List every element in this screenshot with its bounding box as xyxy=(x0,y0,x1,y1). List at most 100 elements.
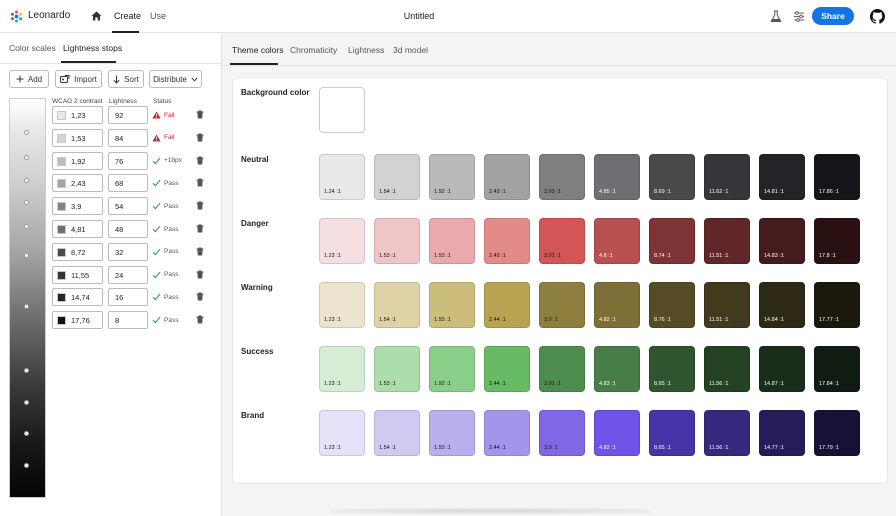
color-swatch[interactable]: 8.65 :1 xyxy=(649,410,695,456)
color-swatch[interactable]: 17.86 :1 xyxy=(814,154,860,200)
trash-icon[interactable] xyxy=(196,110,204,119)
lightness-stop-handle[interactable] xyxy=(24,178,29,183)
trash-icon[interactable] xyxy=(196,247,204,256)
color-swatch[interactable]: 1.93 :1 xyxy=(429,410,475,456)
color-swatch[interactable]: 3.91 :1 xyxy=(539,346,585,392)
color-swatch[interactable]: 1.23 :1 xyxy=(319,282,365,328)
trash-icon[interactable] xyxy=(196,201,204,210)
distribute-dropdown[interactable]: Distribute xyxy=(149,70,202,88)
color-swatch[interactable]: 2.44 :1 xyxy=(484,282,530,328)
share-button[interactable]: Share xyxy=(812,7,854,25)
color-swatch[interactable]: 14.83 :1 xyxy=(759,218,805,264)
color-swatch[interactable]: 8.69 :1 xyxy=(649,154,695,200)
lightness-input[interactable]: 92 xyxy=(108,106,148,124)
trash-icon[interactable] xyxy=(196,292,204,301)
contrast-input[interactable]: 14,74 xyxy=(52,288,103,307)
color-swatch[interactable]: 1.54 :1 xyxy=(374,154,420,200)
trash-icon[interactable] xyxy=(196,178,204,187)
color-swatch[interactable]: 4.82 :1 xyxy=(594,282,640,328)
color-swatch[interactable]: 17.79 :1 xyxy=(814,410,860,456)
tab-lightness-stops[interactable]: Lightness stops xyxy=(63,43,122,53)
color-swatch[interactable]: 8.74 :1 xyxy=(649,218,695,264)
lightness-stop-handle[interactable] xyxy=(24,400,29,405)
color-swatch[interactable]: 11.56 :1 xyxy=(704,346,750,392)
lightness-input[interactable]: 24 xyxy=(108,265,148,284)
color-swatch[interactable]: 14.84 :1 xyxy=(759,282,805,328)
contrast-input[interactable]: 17,76 xyxy=(52,311,103,330)
lightness-stop-handle[interactable] xyxy=(24,224,29,229)
color-swatch[interactable]: 3.9 :1 xyxy=(539,410,585,456)
color-swatch[interactable]: 2.43 :1 xyxy=(484,218,530,264)
contrast-input[interactable]: 3,9 xyxy=(52,197,103,216)
trash-icon[interactable] xyxy=(196,315,204,324)
trash-icon[interactable] xyxy=(196,224,204,233)
background-color-swatch[interactable] xyxy=(319,87,365,133)
lightness-stop-handle[interactable] xyxy=(24,155,29,160)
lightness-stop-handle[interactable] xyxy=(24,463,29,468)
color-swatch[interactable]: 1.54 :1 xyxy=(374,410,420,456)
color-swatch[interactable]: 1.93 :1 xyxy=(429,218,475,264)
settings-sliders-icon[interactable] xyxy=(793,11,805,22)
contrast-input[interactable]: 1,92 xyxy=(52,151,103,170)
tab-color-scales[interactable]: Color scales xyxy=(9,43,56,53)
color-swatch[interactable]: 4.82 :1 xyxy=(594,410,640,456)
color-swatch[interactable]: 1.23 :1 xyxy=(319,346,365,392)
contrast-input[interactable]: 1,23 xyxy=(52,106,103,124)
tab-lightness[interactable]: Lightness xyxy=(348,45,384,55)
color-swatch[interactable]: 14.77 :1 xyxy=(759,410,805,456)
lightness-stop-handle[interactable] xyxy=(24,130,29,135)
lightness-stop-handle[interactable] xyxy=(24,368,29,373)
lightness-stop-handle[interactable] xyxy=(24,304,29,309)
contrast-input[interactable]: 4,81 xyxy=(52,220,103,238)
lightness-input[interactable]: 48 xyxy=(108,220,148,238)
color-swatch[interactable]: 1.54 :1 xyxy=(374,282,420,328)
color-swatch[interactable]: 17.77 :1 xyxy=(814,282,860,328)
color-swatch[interactable]: 4.83 :1 xyxy=(594,346,640,392)
contrast-input[interactable]: 1,53 xyxy=(52,128,103,147)
color-swatch[interactable]: 1.23 :1 xyxy=(319,218,365,264)
add-button[interactable]: Add xyxy=(9,70,49,88)
lightness-input[interactable]: 54 xyxy=(108,197,148,216)
lightness-stop-handle[interactable] xyxy=(24,431,29,436)
color-swatch[interactable]: 3.91 :1 xyxy=(539,218,585,264)
sort-button[interactable]: Sort xyxy=(108,70,144,88)
color-swatch[interactable]: 3.93 :1 xyxy=(539,154,585,200)
lightness-stop-handle[interactable] xyxy=(24,253,29,258)
color-swatch[interactable]: 1.93 :1 xyxy=(429,282,475,328)
trash-icon[interactable] xyxy=(196,156,204,165)
lightness-input[interactable]: 8 xyxy=(108,311,148,330)
lightness-input[interactable]: 32 xyxy=(108,242,148,261)
color-swatch[interactable]: 17.84 :1 xyxy=(814,346,860,392)
github-icon[interactable] xyxy=(870,9,885,24)
color-swatch[interactable]: 1.24 :1 xyxy=(319,154,365,200)
color-swatch[interactable]: 4.85 :1 xyxy=(594,154,640,200)
color-swatch[interactable]: 14.81 :1 xyxy=(759,154,805,200)
contrast-input[interactable]: 8,72 xyxy=(52,242,103,261)
color-swatch[interactable]: 1.53 :1 xyxy=(374,346,420,392)
color-swatch[interactable]: 1.92 :1 xyxy=(429,346,475,392)
color-swatch[interactable]: 11.51 :1 xyxy=(704,218,750,264)
document-title[interactable]: Untitled xyxy=(0,11,838,21)
trash-icon[interactable] xyxy=(196,133,204,142)
color-swatch[interactable]: 2.44 :1 xyxy=(484,346,530,392)
color-swatch[interactable]: 2.44 :1 xyxy=(484,410,530,456)
lightness-input[interactable]: 84 xyxy=(108,128,148,147)
tab-theme-colors[interactable]: Theme colors xyxy=(232,45,284,55)
color-swatch[interactable]: 14.87 :1 xyxy=(759,346,805,392)
color-swatch[interactable]: 1.53 :1 xyxy=(374,218,420,264)
lightness-input[interactable]: 16 xyxy=(108,288,148,307)
import-button[interactable]: Import xyxy=(55,70,102,88)
contrast-input[interactable]: 11,55 xyxy=(52,265,103,284)
color-swatch[interactable]: 11.62 :1 xyxy=(704,154,750,200)
flask-icon[interactable] xyxy=(770,10,782,23)
tab-3d-model[interactable]: 3d model xyxy=(393,45,428,55)
color-swatch[interactable]: 11.51 :1 xyxy=(704,282,750,328)
color-swatch[interactable]: 1.92 :1 xyxy=(429,154,475,200)
contrast-input[interactable]: 2,43 xyxy=(52,174,103,193)
lightness-input[interactable]: 68 xyxy=(108,174,148,193)
lightness-stop-handle[interactable] xyxy=(24,200,29,205)
color-swatch[interactable]: 8.76 :1 xyxy=(649,282,695,328)
color-swatch[interactable]: 3.9 :1 xyxy=(539,282,585,328)
color-swatch[interactable]: 1.23 :1 xyxy=(319,410,365,456)
color-swatch[interactable]: 17.8 :1 xyxy=(814,218,860,264)
